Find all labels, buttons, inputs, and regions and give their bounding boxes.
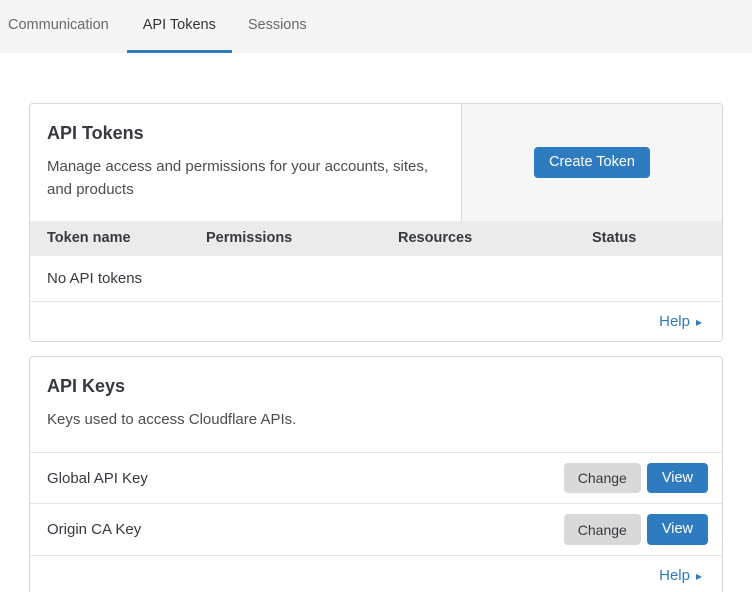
api-key-actions: Change View	[564, 514, 708, 545]
api-tokens-description: Manage access and permissions for your a…	[47, 155, 437, 202]
api-tokens-title: API Tokens	[47, 123, 437, 144]
api-tokens-card-header-text: API Tokens Manage access and permissions…	[30, 104, 461, 221]
view-origin-ca-key-button[interactable]: View	[647, 514, 708, 545]
api-tokens-card-header: API Tokens Manage access and permissions…	[30, 104, 722, 221]
api-key-row-global: Global API Key Change View	[30, 453, 722, 505]
api-tokens-card-header-action: Create Token	[461, 104, 722, 221]
api-keys-card-header: API Keys Keys used to access Cloudflare …	[30, 357, 722, 453]
create-token-button[interactable]: Create Token	[534, 147, 650, 178]
api-key-actions: Change View	[564, 463, 708, 494]
view-global-api-key-button[interactable]: View	[647, 463, 708, 494]
tab-bar: Communication API Tokens Sessions	[0, 0, 752, 53]
column-header-status: Status	[575, 230, 722, 246]
api-tokens-card-footer: Help ▸	[30, 302, 722, 341]
page-content: API Tokens Manage access and permissions…	[0, 103, 752, 592]
api-keys-help-link[interactable]: Help ▸	[659, 567, 702, 584]
token-table-header: Token name Permissions Resources Status	[30, 221, 722, 256]
token-table-empty-row: No API tokens	[30, 256, 722, 302]
column-header-permissions: Permissions	[189, 230, 381, 246]
column-header-resources: Resources	[381, 230, 575, 246]
tab-api-tokens[interactable]: API Tokens	[127, 0, 232, 53]
help-link-label: Help	[659, 313, 690, 330]
api-keys-title: API Keys	[47, 376, 702, 397]
tab-communication[interactable]: Communication	[8, 0, 127, 53]
change-global-api-key-button[interactable]: Change	[564, 463, 641, 494]
help-link-label: Help	[659, 567, 690, 584]
help-arrow-icon: ▸	[696, 315, 702, 329]
api-keys-description: Keys used to access Cloudflare APIs.	[47, 408, 702, 431]
api-key-name: Origin CA Key	[47, 521, 141, 538]
api-keys-card: API Keys Keys used to access Cloudflare …	[29, 356, 723, 592]
tab-sessions[interactable]: Sessions	[232, 0, 323, 53]
api-tokens-help-link[interactable]: Help ▸	[659, 313, 702, 330]
api-keys-card-footer: Help ▸	[30, 556, 722, 592]
api-key-row-origin-ca: Origin CA Key Change View	[30, 504, 722, 556]
column-header-token-name: Token name	[30, 230, 189, 246]
api-tokens-card: API Tokens Manage access and permissions…	[29, 103, 723, 342]
api-key-name: Global API Key	[47, 470, 148, 487]
change-origin-ca-key-button[interactable]: Change	[564, 514, 641, 545]
help-arrow-icon: ▸	[696, 569, 702, 583]
